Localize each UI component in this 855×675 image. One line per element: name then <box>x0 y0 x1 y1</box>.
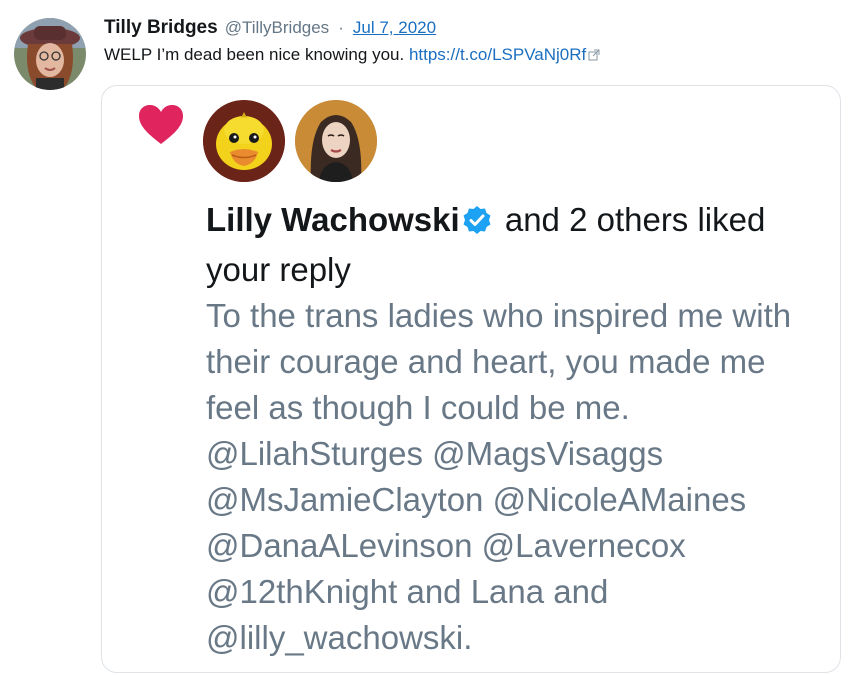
notification-user-name[interactable]: Lilly Wachowski <box>206 201 460 238</box>
tweet-text: WELP I’m dead been nice knowing you. htt… <box>104 43 600 68</box>
author-avatar[interactable] <box>14 18 86 90</box>
notification-title: Lilly Wachowski and 2 others liked your … <box>206 197 826 293</box>
tweet-header: Tilly Bridges @TillyBridges · Jul 7, 202… <box>104 15 436 40</box>
heart-icon <box>138 104 184 151</box>
header-separator: · <box>338 18 344 37</box>
portrait-avatar[interactable] <box>295 100 377 182</box>
quoted-reply-text: To the trans ladies who inspired me with… <box>206 297 792 656</box>
tweet-date-link[interactable]: Jul 7, 2020 <box>353 18 436 37</box>
quoted-notification-card[interactable]: Lilly Wachowski and 2 others liked your … <box>101 85 841 673</box>
tweet-link[interactable]: https://t.co/LSPVaNj0Rf <box>409 45 586 64</box>
tweet: Tilly Bridges @TillyBridges · Jul 7, 202… <box>0 0 855 675</box>
verified-badge-icon <box>462 201 492 247</box>
duck-avatar[interactable] <box>203 100 285 182</box>
author-name[interactable]: Tilly Bridges <box>104 17 218 38</box>
author-handle[interactable]: @TillyBridges <box>225 18 329 37</box>
external-link-icon <box>588 44 600 68</box>
tweet-body: WELP I’m dead been nice knowing you. <box>104 45 405 64</box>
